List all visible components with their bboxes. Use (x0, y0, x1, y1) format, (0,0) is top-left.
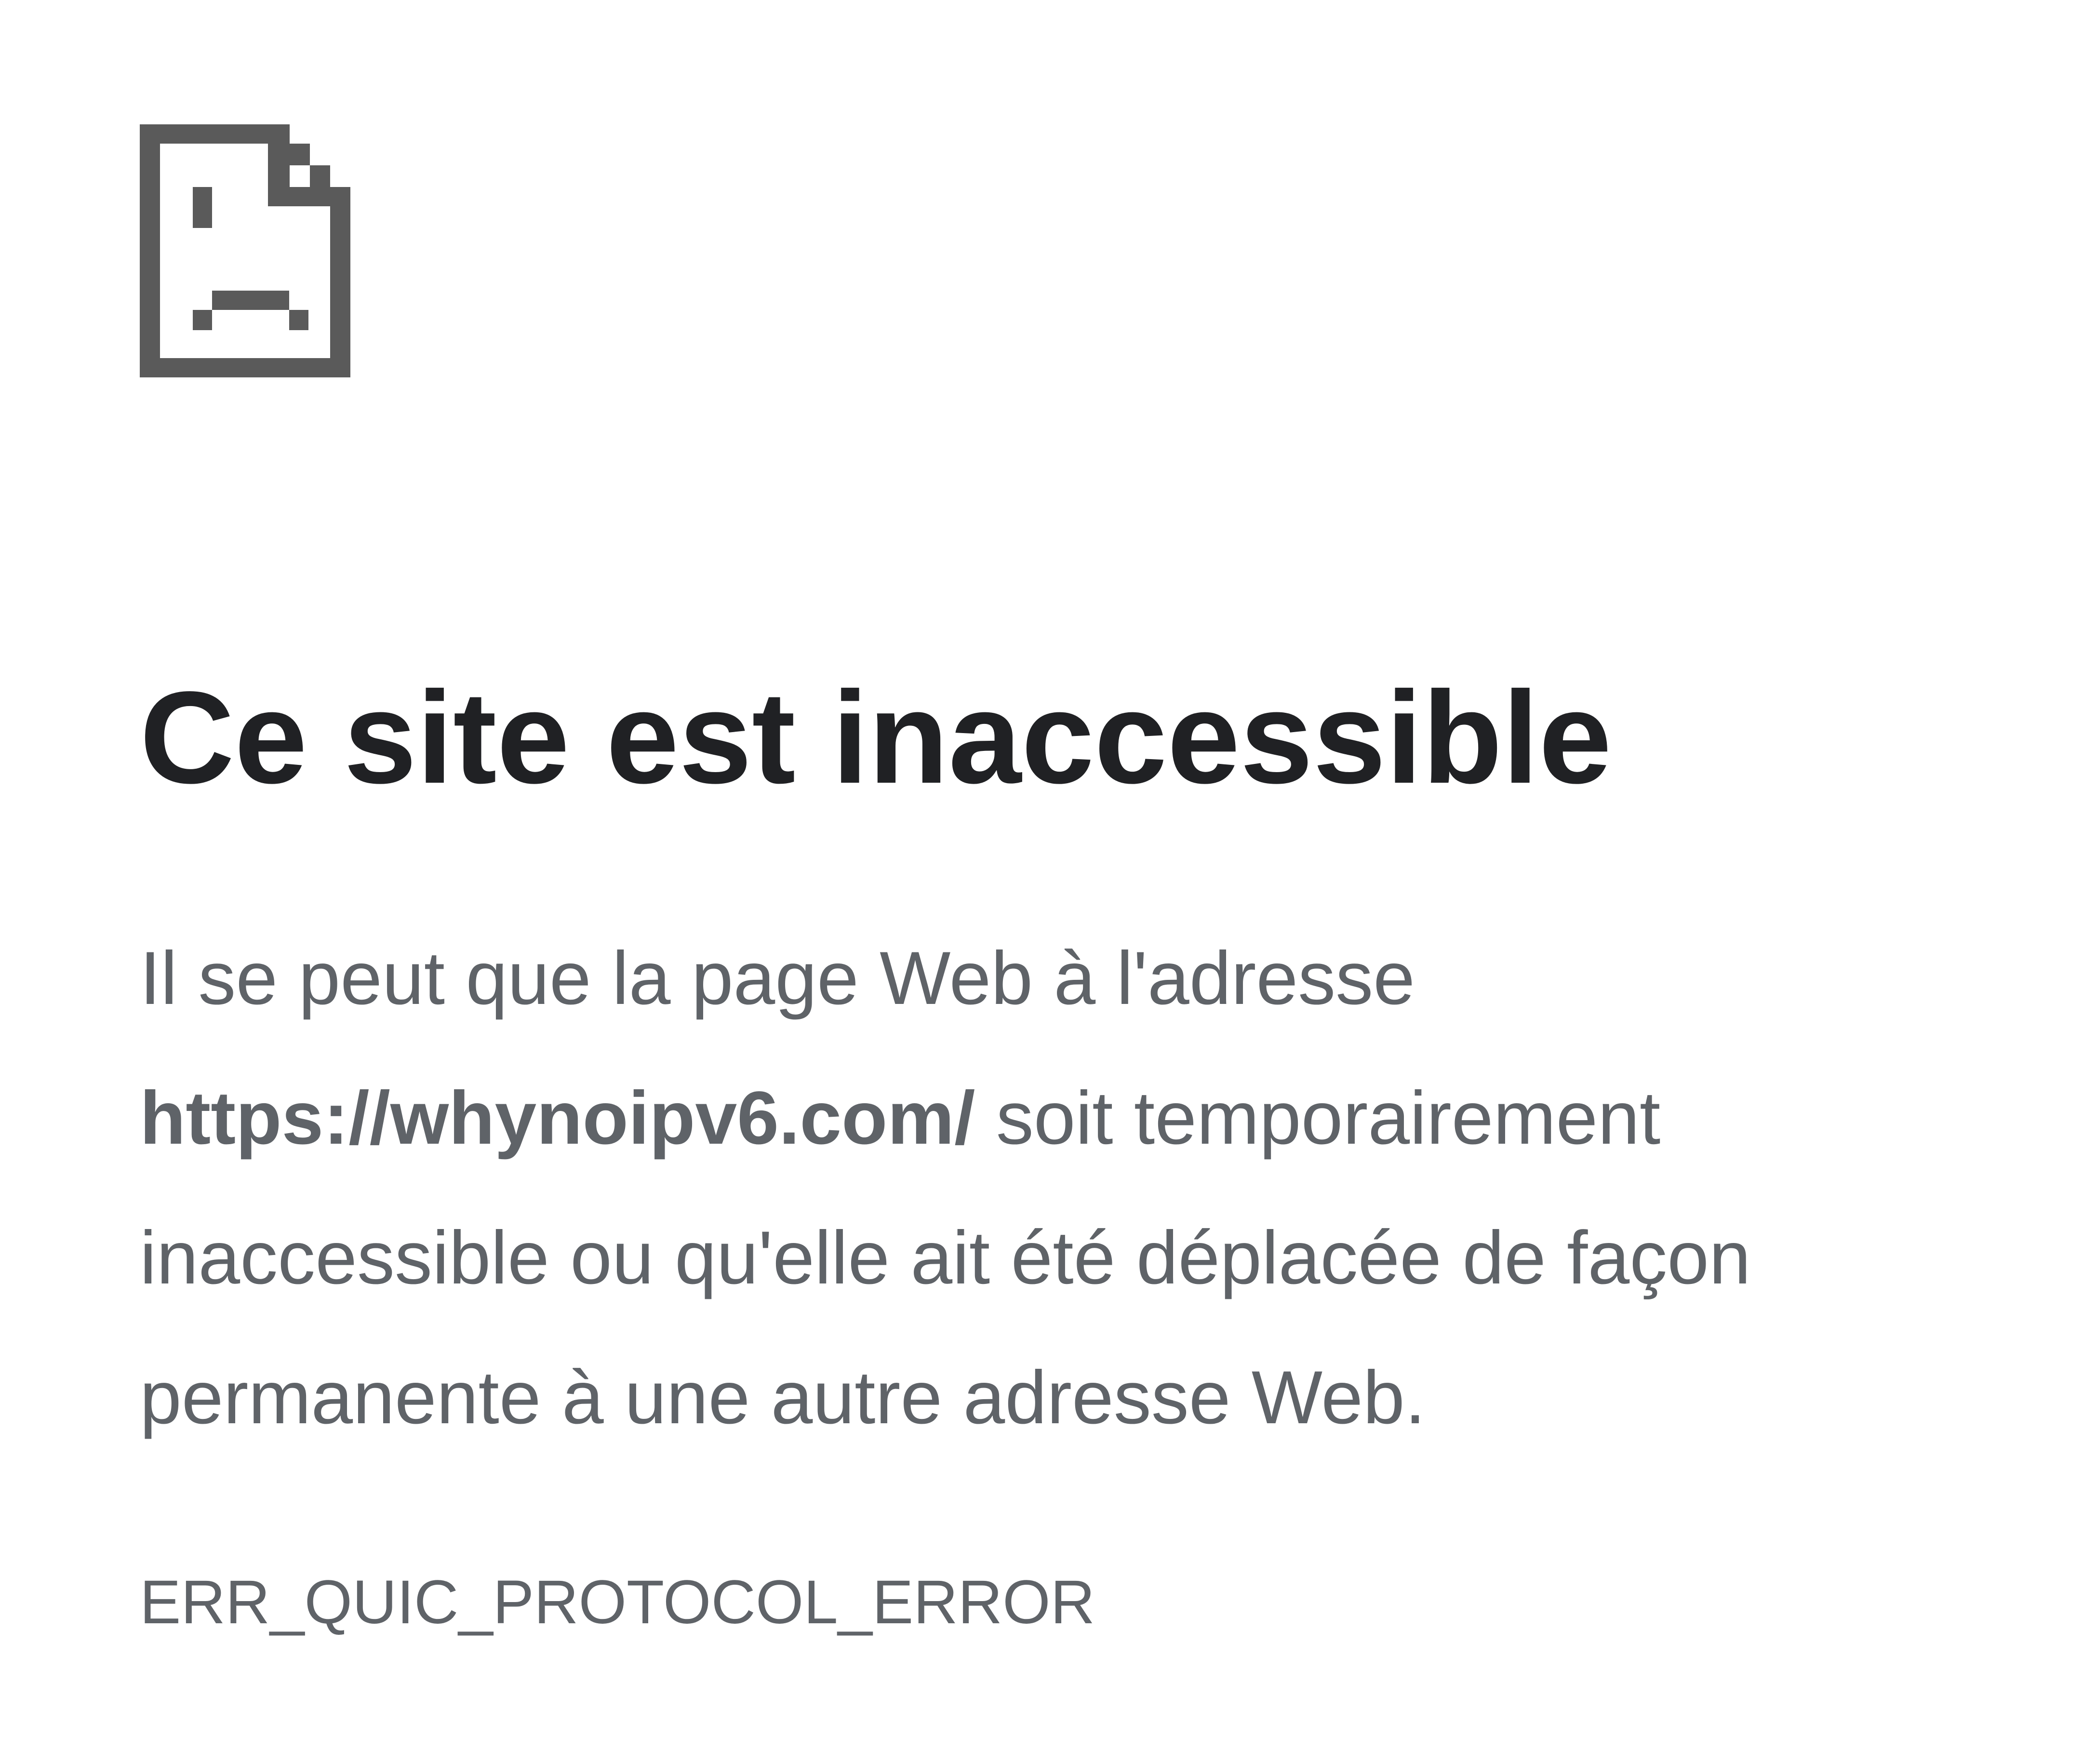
failed-url: https://whynoipv6.com/ (140, 1076, 975, 1160)
message-line-2: https://whynoipv6.com/ soit temporaireme… (140, 1048, 2019, 1188)
error-code: ERR_QUIC_PROTOCOL_ERROR (140, 1568, 1095, 1637)
error-page: Ce site est inaccessible Il se peut que … (0, 0, 2082, 1764)
sad-page-icon (140, 124, 350, 377)
message-line-3: inaccessible ou qu'elle ait été déplacée… (140, 1216, 1751, 1300)
message-line-4: permanente à une autre adresse Web. (140, 1356, 1426, 1440)
message-line-1: Il se peut que la page Web à l'adresse (140, 936, 1415, 1020)
message-line-2-text: soit temporairement (975, 1076, 1661, 1160)
page-title: Ce site est inaccessible (140, 664, 1612, 811)
error-message: Il se peut que la page Web à l'adresse h… (140, 909, 2019, 1468)
